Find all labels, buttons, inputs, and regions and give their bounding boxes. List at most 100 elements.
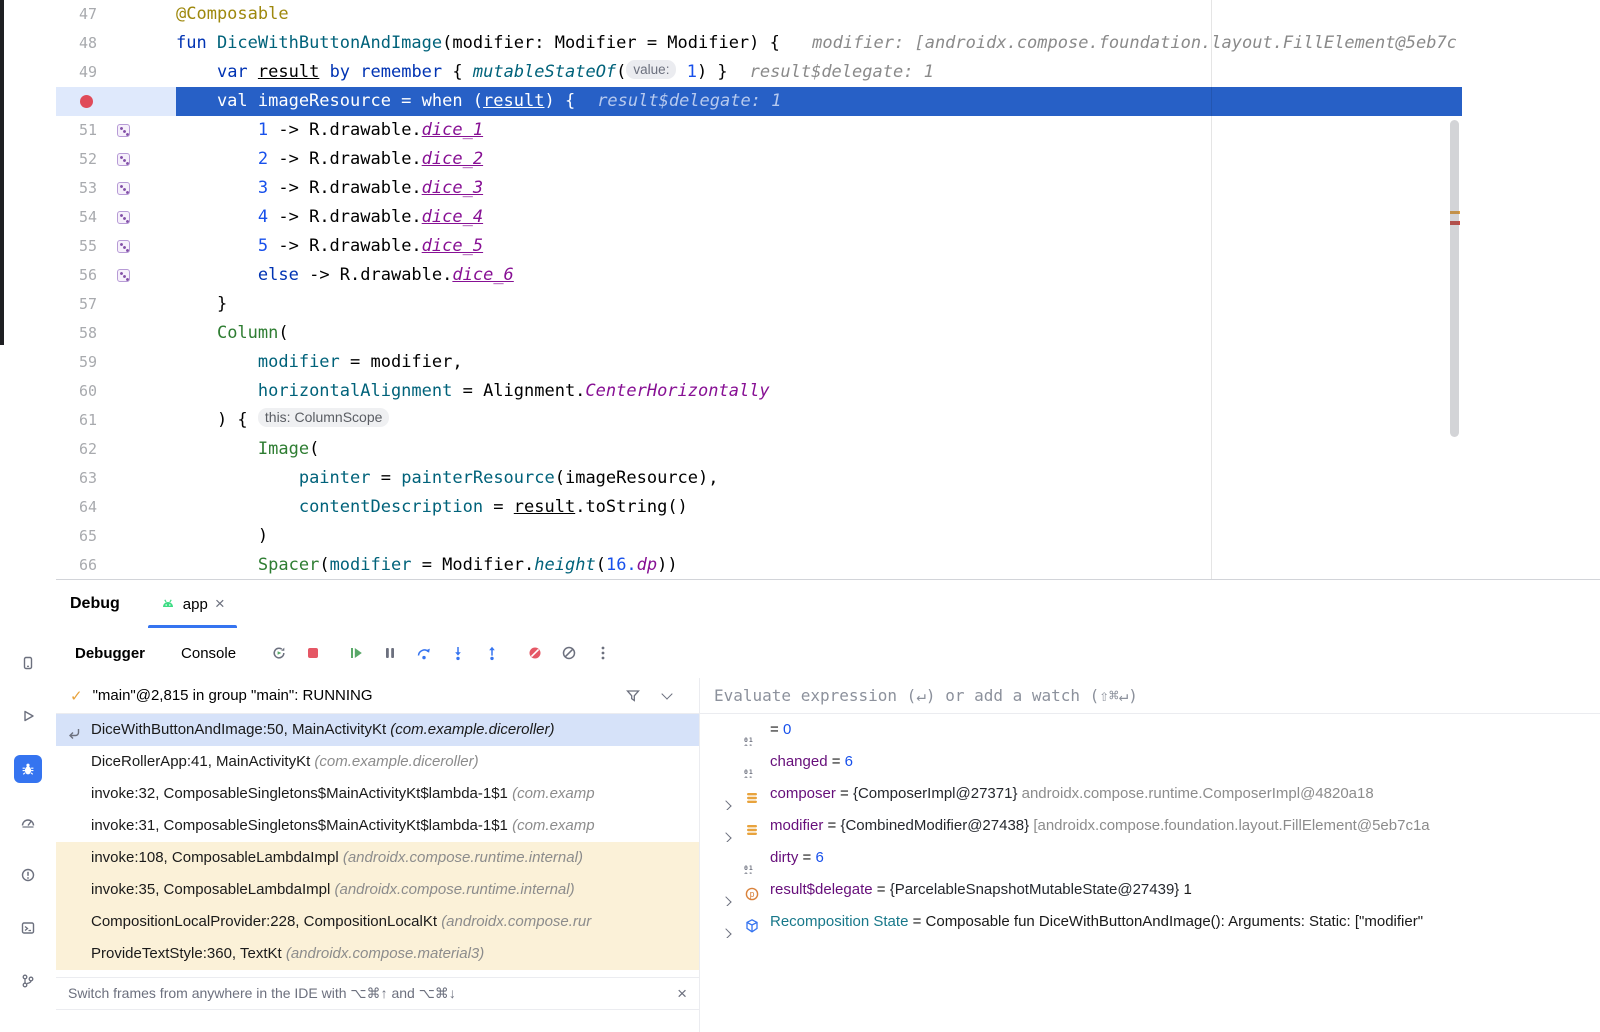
code-text[interactable]: Spacer(modifier = Modifier.height(16.dp)… — [176, 551, 1462, 579]
view-breakpoints-icon[interactable] — [555, 639, 583, 667]
tab-console[interactable]: Console — [181, 645, 236, 662]
run-icon[interactable] — [14, 702, 42, 730]
code-line[interactable]: 65 ) — [56, 522, 1462, 551]
code-line[interactable]: 60 horizontalAlignment = Alignment.Cente… — [56, 377, 1462, 406]
variable-row[interactable]: presult$delegate = {ParcelableSnapshotMu… — [700, 874, 1600, 906]
editor-gutter[interactable]: 64 — [56, 493, 176, 522]
tab-debugger[interactable]: Debugger — [75, 645, 145, 662]
editor-gutter[interactable]: 65 — [56, 522, 176, 551]
problems-icon[interactable] — [14, 861, 42, 889]
variable-row[interactable]: 0101changed = 6 — [700, 746, 1600, 778]
editor-gutter[interactable]: 66 — [56, 551, 176, 579]
code-line[interactable]: 62 Image( — [56, 435, 1462, 464]
variable-row[interactable]: 0101dirty = 6 — [700, 842, 1600, 874]
code-text[interactable]: fun DiceWithButtonAndImage(modifier: Mod… — [176, 29, 1462, 58]
step-over-icon[interactable] — [410, 639, 438, 667]
code-text[interactable]: 3 -> R.drawable.dice_3 — [176, 174, 1462, 203]
code-line[interactable]: 61 ) { this: ColumnScope — [56, 406, 1462, 435]
version-control-icon[interactable] — [14, 967, 42, 995]
mute-breakpoints-icon[interactable] — [521, 639, 549, 667]
code-text[interactable]: 4 -> R.drawable.dice_4 — [176, 203, 1462, 232]
editor-gutter[interactable]: 51 — [56, 116, 176, 145]
editor-gutter[interactable]: 54 — [56, 203, 176, 232]
code-line[interactable]: 47@Composable — [56, 0, 1462, 29]
code-line[interactable]: 48fun DiceWithButtonAndImage(modifier: M… — [56, 29, 1462, 58]
code-text[interactable]: horizontalAlignment = Alignment.CenterHo… — [176, 377, 1462, 406]
chevron-right-icon[interactable] — [722, 918, 730, 938]
step-into-icon[interactable] — [444, 639, 472, 667]
code-text[interactable]: } — [176, 290, 1462, 319]
editor-gutter[interactable]: 48 — [56, 29, 176, 58]
code-text[interactable]: val imageResource = when (result) {resul… — [176, 87, 1462, 116]
editor-gutter[interactable]: 57 — [56, 290, 176, 319]
variable-row[interactable]: composer = {ComposerImpl@27371} androidx… — [700, 778, 1600, 810]
tab-app-session[interactable]: app × — [148, 580, 237, 628]
frame-row[interactable]: DiceWithButtonAndImage:50, MainActivityK… — [56, 714, 699, 746]
code-text[interactable]: var result by remember { mutableStateOf(… — [176, 58, 1462, 87]
frame-row[interactable]: invoke:31, ComposableSingletons$MainActi… — [56, 810, 699, 842]
code-line[interactable]: 64 contentDescription = result.toString(… — [56, 493, 1462, 522]
code-text[interactable]: 1 -> R.drawable.dice_1 — [176, 116, 1462, 145]
code-editor[interactable]: 47@Composable48fun DiceWithButtonAndImag… — [56, 0, 1462, 579]
variable-row[interactable]: Recomposition State = Composable fun Dic… — [700, 906, 1600, 938]
pause-icon[interactable] — [376, 639, 404, 667]
editor-gutter[interactable] — [56, 87, 176, 116]
frame-row[interactable]: invoke:35, ComposableLambdaImpl (android… — [56, 874, 699, 906]
resume-icon[interactable] — [342, 639, 370, 667]
frame-row[interactable]: CompositionLocalProvider:228, Compositio… — [56, 906, 699, 938]
code-line[interactable]: 59 modifier = modifier, — [56, 348, 1462, 377]
code-line[interactable]: 63 painter = painterResource(imageResour… — [56, 464, 1462, 493]
code-text[interactable]: @Composable — [176, 0, 1462, 29]
close-icon[interactable]: × — [215, 596, 225, 612]
code-text[interactable]: modifier = modifier, — [176, 348, 1462, 377]
drawable-preview-icon[interactable] — [117, 269, 130, 282]
editor-gutter[interactable]: 47 — [56, 0, 176, 29]
editor-gutter[interactable]: 55 — [56, 232, 176, 261]
drawable-preview-icon[interactable] — [117, 240, 130, 253]
frame-row[interactable]: invoke:32, ComposableSingletons$MainActi… — [56, 778, 699, 810]
profiler-icon[interactable] — [14, 808, 42, 836]
code-line[interactable]: val imageResource = when (result) {resul… — [56, 87, 1462, 116]
chevron-right-icon[interactable] — [722, 790, 730, 810]
variable-row[interactable]: 0101= 0 — [700, 714, 1600, 746]
drawable-preview-icon[interactable] — [117, 124, 130, 137]
code-text[interactable]: ) — [176, 522, 1462, 551]
terminal-icon[interactable] — [14, 914, 42, 942]
code-text[interactable]: ) { this: ColumnScope — [176, 406, 1462, 435]
editor-gutter[interactable]: 63 — [56, 464, 176, 493]
code-text[interactable]: painter = painterResource(imageResource)… — [176, 464, 1462, 493]
code-line[interactable]: 51 1 -> R.drawable.dice_1 — [56, 116, 1462, 145]
variable-row[interactable]: modifier = {CombinedModifier@27438} [and… — [700, 810, 1600, 842]
code-text[interactable]: Image( — [176, 435, 1462, 464]
editor-gutter[interactable]: 52 — [56, 145, 176, 174]
code-line[interactable]: 66 Spacer(modifier = Modifier.height(16.… — [56, 551, 1462, 579]
breakpoint-icon[interactable] — [80, 95, 93, 108]
code-line[interactable]: 49 var result by remember { mutableState… — [56, 58, 1462, 87]
editor-gutter[interactable]: 60 — [56, 377, 176, 406]
stop-icon[interactable] — [299, 639, 327, 667]
editor-gutter[interactable]: 56 — [56, 261, 176, 290]
chevron-right-icon[interactable] — [722, 822, 730, 842]
thread-selector[interactable]: ✓ "main"@2,815 in group "main": RUNNING — [56, 678, 699, 714]
code-text[interactable]: Column( — [176, 319, 1462, 348]
device-manager-icon[interactable] — [14, 649, 42, 677]
code-line[interactable]: 55 5 -> R.drawable.dice_5 — [56, 232, 1462, 261]
editor-gutter[interactable]: 58 — [56, 319, 176, 348]
code-line[interactable]: 53 3 -> R.drawable.dice_3 — [56, 174, 1462, 203]
drawable-preview-icon[interactable] — [117, 211, 130, 224]
code-text[interactable]: contentDescription = result.toString() — [176, 493, 1462, 522]
chevron-right-icon[interactable] — [722, 886, 730, 906]
frame-row[interactable]: invoke:108, ComposableLambdaImpl (androi… — [56, 842, 699, 874]
evaluate-expression-input[interactable]: Evaluate expression (↵) or add a watch (… — [700, 678, 1600, 714]
code-line[interactable]: 52 2 -> R.drawable.dice_2 — [56, 145, 1462, 174]
frame-row[interactable]: ProvideTextStyle:360, TextKt (androidx.c… — [56, 938, 699, 970]
code-text[interactable]: 5 -> R.drawable.dice_5 — [176, 232, 1462, 261]
editor-gutter[interactable]: 61 — [56, 406, 176, 435]
close-icon[interactable]: × — [677, 984, 687, 1004]
code-text[interactable]: 2 -> R.drawable.dice_2 — [176, 145, 1462, 174]
code-line[interactable]: 58 Column( — [56, 319, 1462, 348]
code-line[interactable]: 56 else -> R.drawable.dice_6 — [56, 261, 1462, 290]
step-out-icon[interactable] — [478, 639, 506, 667]
filter-icon[interactable] — [625, 688, 641, 704]
editor-gutter[interactable]: 59 — [56, 348, 176, 377]
